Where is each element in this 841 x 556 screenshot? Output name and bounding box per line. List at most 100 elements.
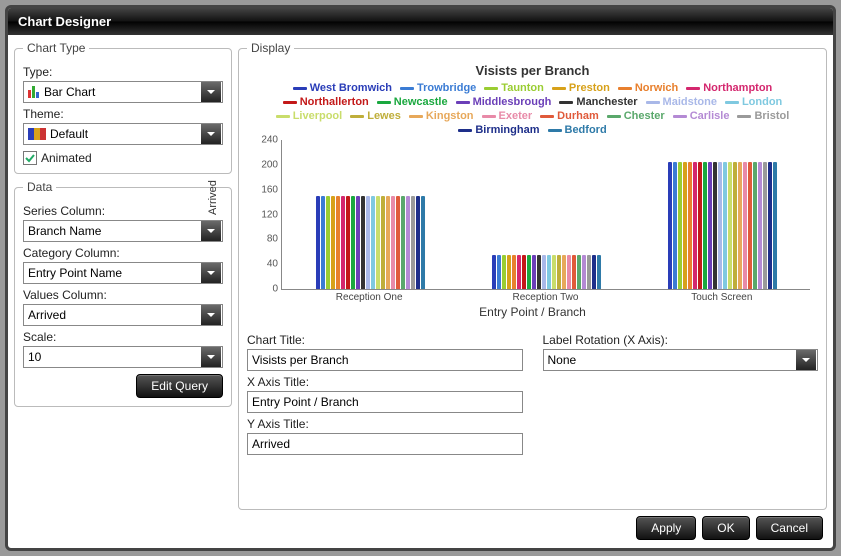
bar <box>497 255 501 289</box>
legend-item: Preston <box>552 82 610 94</box>
bar <box>718 162 722 289</box>
type-value: Bar Chart <box>44 85 95 99</box>
display-fields: Chart Title: X Axis Title: Y Axis Title:… <box>247 329 818 455</box>
bar <box>391 196 395 289</box>
bar <box>587 255 591 289</box>
label-rotation-select[interactable]: None <box>543 349 819 371</box>
legend-item: Middlesbrough <box>456 96 552 108</box>
legend-item: Maidstone <box>646 96 717 108</box>
theme-value: Default <box>50 127 88 141</box>
chart-plot: 04080120160200240 <box>281 140 810 290</box>
chevron-down-icon <box>201 82 221 102</box>
bar-group <box>282 140 458 289</box>
theme-select[interactable]: Default <box>23 123 223 145</box>
dialog-footer: Apply OK Cancel <box>8 510 833 548</box>
right-panel: Display Visists per Branch West Bromwich… <box>238 41 827 510</box>
bar <box>396 196 400 289</box>
dialog-body: Chart Type Type: Bar Chart Theme: Defaul… <box>8 35 833 510</box>
bar <box>336 196 340 289</box>
legend-item: Bedford <box>548 124 607 136</box>
x-axis-title-input[interactable] <box>247 391 523 413</box>
legend-item: Bristol <box>737 110 789 122</box>
type-label: Type: <box>23 65 223 79</box>
bar <box>708 162 712 289</box>
legend-item: West Bromwich <box>293 82 392 94</box>
bar <box>693 162 697 289</box>
legend-item: Northampton <box>686 82 772 94</box>
bar <box>572 255 576 289</box>
animated-checkbox[interactable] <box>23 151 37 165</box>
bar <box>517 255 521 289</box>
bar <box>386 196 390 289</box>
series-column-label: Series Column: <box>23 204 223 218</box>
apply-button[interactable]: Apply <box>636 516 696 540</box>
bar <box>321 196 325 289</box>
legend-item: Kingston <box>409 110 474 122</box>
bar <box>547 255 551 289</box>
bar <box>371 196 375 289</box>
bar-group <box>634 140 810 289</box>
bar <box>532 255 536 289</box>
type-select[interactable]: Bar Chart <box>23 81 223 103</box>
bar <box>673 162 677 289</box>
bar <box>582 255 586 289</box>
bar <box>502 255 506 289</box>
legend-item: London <box>725 96 782 108</box>
chart-designer-dialog: Chart Designer Chart Type Type: Bar Char… <box>5 5 836 551</box>
y-axis-title-label: Y Axis Title: <box>247 417 523 431</box>
legend-item: Liverpool <box>276 110 343 122</box>
values-column-select[interactable]: Arrived <box>23 304 223 326</box>
y-axis-title-input[interactable] <box>247 433 523 455</box>
bar <box>401 196 405 289</box>
label-rotation-value: None <box>548 353 577 367</box>
values-column-label: Values Column: <box>23 288 223 302</box>
bar <box>406 196 410 289</box>
x-tick: Reception One <box>281 292 457 303</box>
bar <box>411 196 415 289</box>
scale-select[interactable]: 10 <box>23 346 223 368</box>
bar <box>743 162 747 289</box>
bar <box>567 255 571 289</box>
bar <box>597 255 601 289</box>
display-legend: Display <box>247 41 294 55</box>
legend-item: Exeter <box>482 110 533 122</box>
bar <box>592 255 596 289</box>
bar <box>376 196 380 289</box>
chart-legend: West BromwichTrowbridgeTauntonPrestonNor… <box>247 82 818 136</box>
cancel-button[interactable]: Cancel <box>756 516 823 540</box>
ok-button[interactable]: OK <box>702 516 749 540</box>
edit-query-button[interactable]: Edit Query <box>136 374 223 398</box>
bar <box>758 162 762 289</box>
series-column-select[interactable]: Branch Name <box>23 220 223 242</box>
bar <box>562 255 566 289</box>
bar <box>331 196 335 289</box>
legend-item: Norwich <box>618 82 678 94</box>
left-panel: Chart Type Type: Bar Chart Theme: Defaul… <box>14 41 232 510</box>
y-axis-label: Arrived <box>207 180 219 215</box>
legend-item: Lewes <box>350 110 401 122</box>
chart-type-legend: Chart Type <box>23 41 89 55</box>
label-rotation-label: Label Rotation (X Axis): <box>543 333 819 347</box>
theme-swatch-icon <box>28 128 46 140</box>
bar <box>421 196 425 289</box>
bar <box>492 255 496 289</box>
bar <box>507 255 511 289</box>
chart-title-input[interactable] <box>247 349 523 371</box>
legend-item: Northallerton <box>283 96 369 108</box>
chevron-down-icon <box>201 305 221 325</box>
bar <box>678 162 682 289</box>
bar <box>577 255 581 289</box>
x-axis-label: Entry Point / Branch <box>247 305 818 319</box>
bar <box>733 162 737 289</box>
legend-item: Birmingham <box>458 124 539 136</box>
bar <box>763 162 767 289</box>
legend-item: Trowbridge <box>400 82 476 94</box>
bar <box>316 196 320 289</box>
bar <box>557 255 561 289</box>
legend-item: Manchester <box>559 96 637 108</box>
category-column-select[interactable]: Entry Point Name <box>23 262 223 284</box>
chevron-down-icon <box>201 221 221 241</box>
chart-type-fieldset: Chart Type Type: Bar Chart Theme: Defaul… <box>14 41 232 174</box>
chevron-down-icon <box>201 347 221 367</box>
x-axis-ticks: Reception OneReception TwoTouch Screen <box>281 292 810 303</box>
